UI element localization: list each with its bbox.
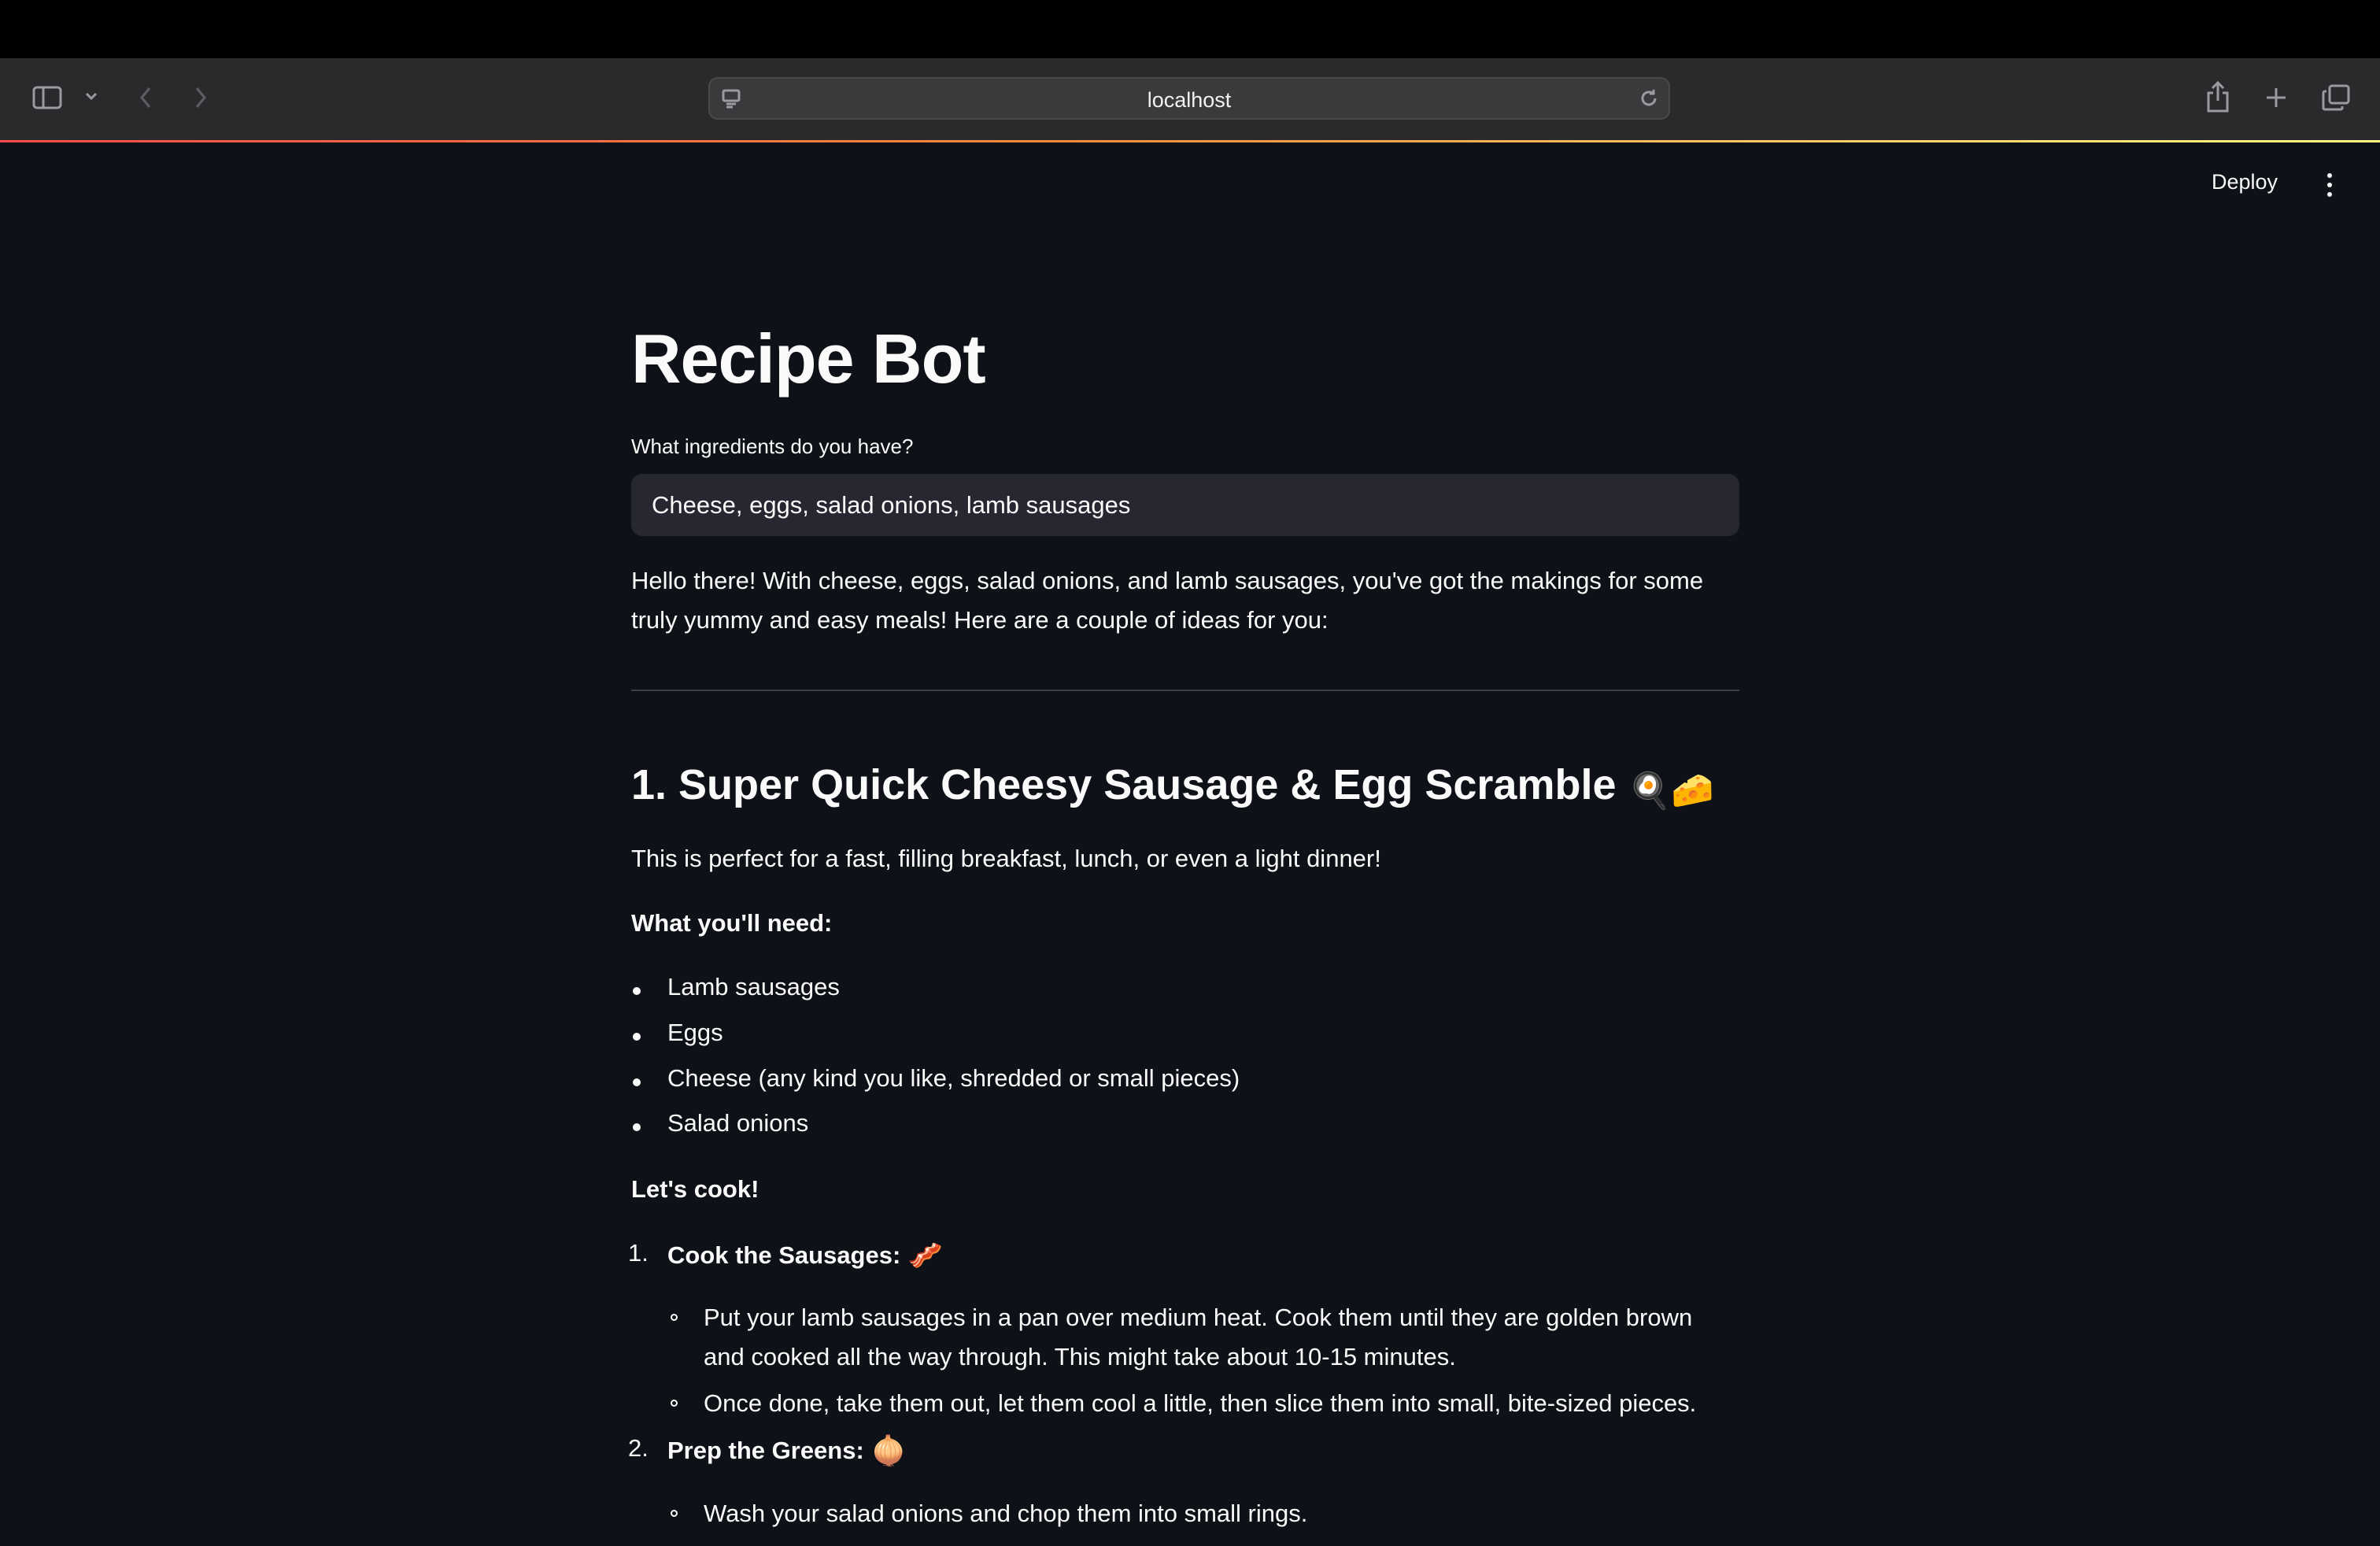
- egg-cheese-emoji-icon: 🍳🧀: [1628, 771, 1715, 810]
- share-icon[interactable]: [2202, 77, 2234, 117]
- bacon-emoji-icon: 🥓: [907, 1239, 943, 1271]
- tab-overview-icon[interactable]: [2320, 82, 2352, 113]
- substep-item: Put your lamb sausages in a pan over med…: [667, 1298, 1738, 1377]
- circle-bullet-icon: [671, 1510, 678, 1517]
- recipe-heading: 1. Super Quick Cheesy Sausage & Egg Scra…: [631, 760, 1714, 811]
- bullet-icon: [633, 987, 641, 995]
- forward-arrow-icon[interactable]: [189, 82, 213, 113]
- onion-emoji-icon: 🧅: [870, 1434, 907, 1466]
- bullet-icon: [633, 1123, 641, 1131]
- recipe-description: This is perfect for a fast, filling brea…: [631, 845, 1381, 872]
- chevron-down-icon[interactable]: [82, 87, 101, 105]
- substep-item: Once done, take them out, let them cool …: [667, 1384, 1738, 1423]
- system-menu-bar: [0, 0, 2380, 58]
- deploy-button[interactable]: Deploy: [2212, 170, 2278, 194]
- recipe-heading-text: 1. Super Quick Cheesy Sausage & Egg Scra…: [631, 761, 1617, 808]
- address-url: localhost: [1147, 88, 1232, 112]
- cook-label: Let's cook!: [631, 1175, 759, 1203]
- main-menu-icon[interactable]: [2325, 173, 2334, 197]
- address-bar[interactable]: localhost: [708, 77, 1670, 120]
- sidebar-toggle-icon[interactable]: [31, 82, 63, 113]
- ingredients-input[interactable]: Cheese, eggs, salad onions, lamb sausage…: [631, 474, 1739, 536]
- ingredients-input-value: Cheese, eggs, salad onions, lamb sausage…: [652, 491, 1131, 519]
- substep-item: Wash your salad onions and chop them int…: [667, 1494, 1738, 1533]
- intro-paragraph: Hello there! With cheese, eggs, salad on…: [631, 567, 1704, 634]
- circle-bullet-icon: [671, 1314, 678, 1321]
- reload-icon[interactable]: [1637, 87, 1661, 110]
- back-arrow-icon[interactable]: [134, 82, 157, 113]
- browser-toolbar: localhost: [0, 58, 2380, 142]
- circle-bullet-icon: [671, 1400, 678, 1407]
- ingredients-label: What you'll need:: [631, 909, 833, 937]
- bullet-icon: [633, 1033, 641, 1041]
- loading-accent-line: [0, 140, 2380, 142]
- ingredients-input-label: What ingredients do you have?: [631, 435, 914, 458]
- page-title: Recipe Bot: [631, 320, 986, 398]
- bullet-icon: [633, 1078, 641, 1086]
- divider: [631, 690, 1739, 691]
- new-tab-icon[interactable]: [2260, 82, 2292, 113]
